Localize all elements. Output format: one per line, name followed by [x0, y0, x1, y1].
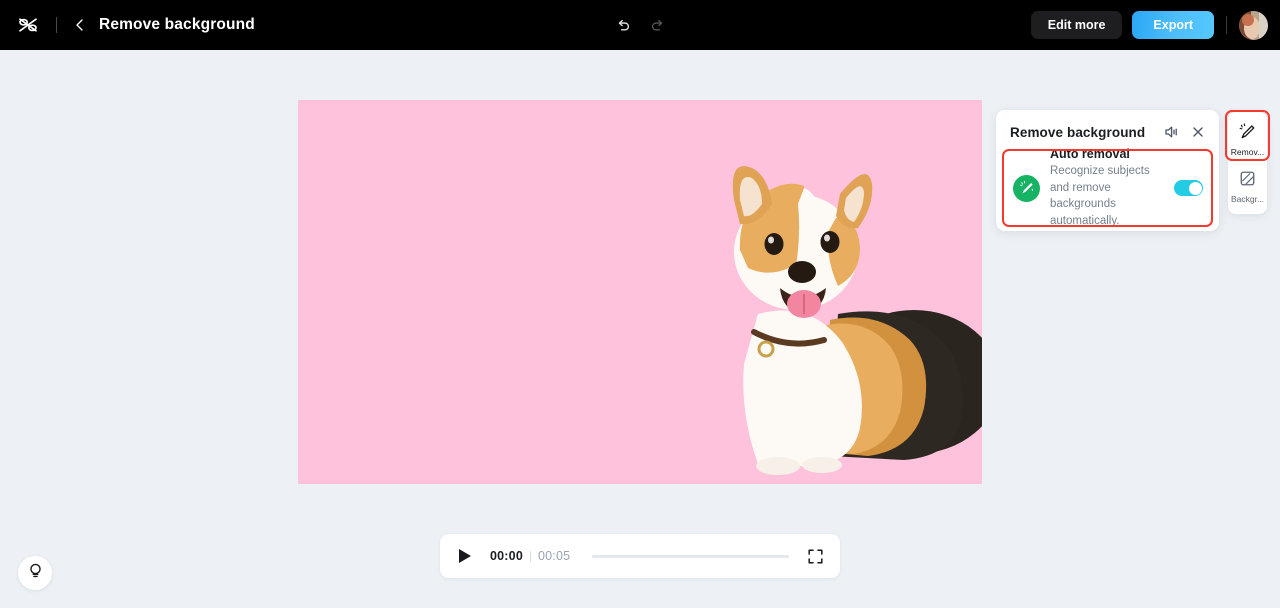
- progress-track[interactable]: [592, 554, 789, 558]
- redo-icon[interactable]: [646, 14, 668, 36]
- playback-bar: 00:00 00:05: [440, 534, 840, 578]
- toggle-knob: [1188, 181, 1202, 195]
- topbar-actions: Edit more Export: [1030, 0, 1268, 50]
- panel-title: Remove background: [1010, 124, 1146, 140]
- magic-wand-icon: [1013, 174, 1040, 202]
- topbar-divider: [1226, 16, 1227, 34]
- play-icon[interactable]: [456, 547, 474, 565]
- auto-removal-description: Recognize subjects and remove background…: [1050, 165, 1150, 227]
- auto-removal-text: Auto removal Recognize subjects and remo…: [1050, 147, 1172, 229]
- undo-icon[interactable]: [612, 14, 634, 36]
- auto-removal-title: Auto removal: [1050, 147, 1130, 161]
- sidebar-item-label: Remov...: [1230, 146, 1265, 157]
- fullscreen-icon[interactable]: [807, 548, 824, 565]
- auto-removal-card[interactable]: Auto removal Recognize subjects and remo…: [1002, 147, 1213, 229]
- auto-removal-toggle[interactable]: [1174, 180, 1203, 196]
- video-canvas[interactable]: [298, 100, 982, 484]
- current-time: 00:00: [490, 549, 523, 563]
- edit-more-button[interactable]: Edit more: [1030, 10, 1123, 40]
- lightbulb-icon: [27, 562, 44, 584]
- workspace: 00:00 00:05 Remov... Backgr... Remove ba…: [0, 50, 1280, 608]
- magic-wand-icon: [1239, 123, 1256, 145]
- export-button[interactable]: Export: [1132, 10, 1214, 40]
- speaker-icon[interactable]: [1161, 123, 1180, 142]
- background-hatch-icon: [1239, 170, 1256, 192]
- help-tips-button[interactable]: [18, 556, 52, 590]
- avatar[interactable]: [1239, 10, 1268, 40]
- sidebar-item-label: Backgr...: [1230, 193, 1265, 204]
- page-title: Remove background: [99, 16, 255, 33]
- close-icon[interactable]: [1188, 123, 1207, 142]
- back-button[interactable]: [67, 10, 93, 40]
- capcut-logo-icon[interactable]: [0, 0, 56, 50]
- tool-rail: Remov... Backgr...: [1228, 112, 1267, 214]
- logo-divider: [56, 17, 57, 33]
- sidebar-item-remove[interactable]: Remov...: [1228, 116, 1267, 163]
- sidebar-item-background[interactable]: Backgr...: [1228, 163, 1267, 210]
- history-controls: [612, 0, 668, 50]
- corgi-dog: [718, 164, 982, 484]
- capcut-editor: Remove background Edit more Export 00:00…: [0, 0, 1280, 608]
- remove-background-panel: Remove background Auto removal Recognize…: [996, 110, 1219, 231]
- top-bar: Remove background Edit more Export: [0, 0, 1280, 50]
- duration-time: 00:05: [537, 549, 571, 563]
- time-divider: [529, 550, 531, 562]
